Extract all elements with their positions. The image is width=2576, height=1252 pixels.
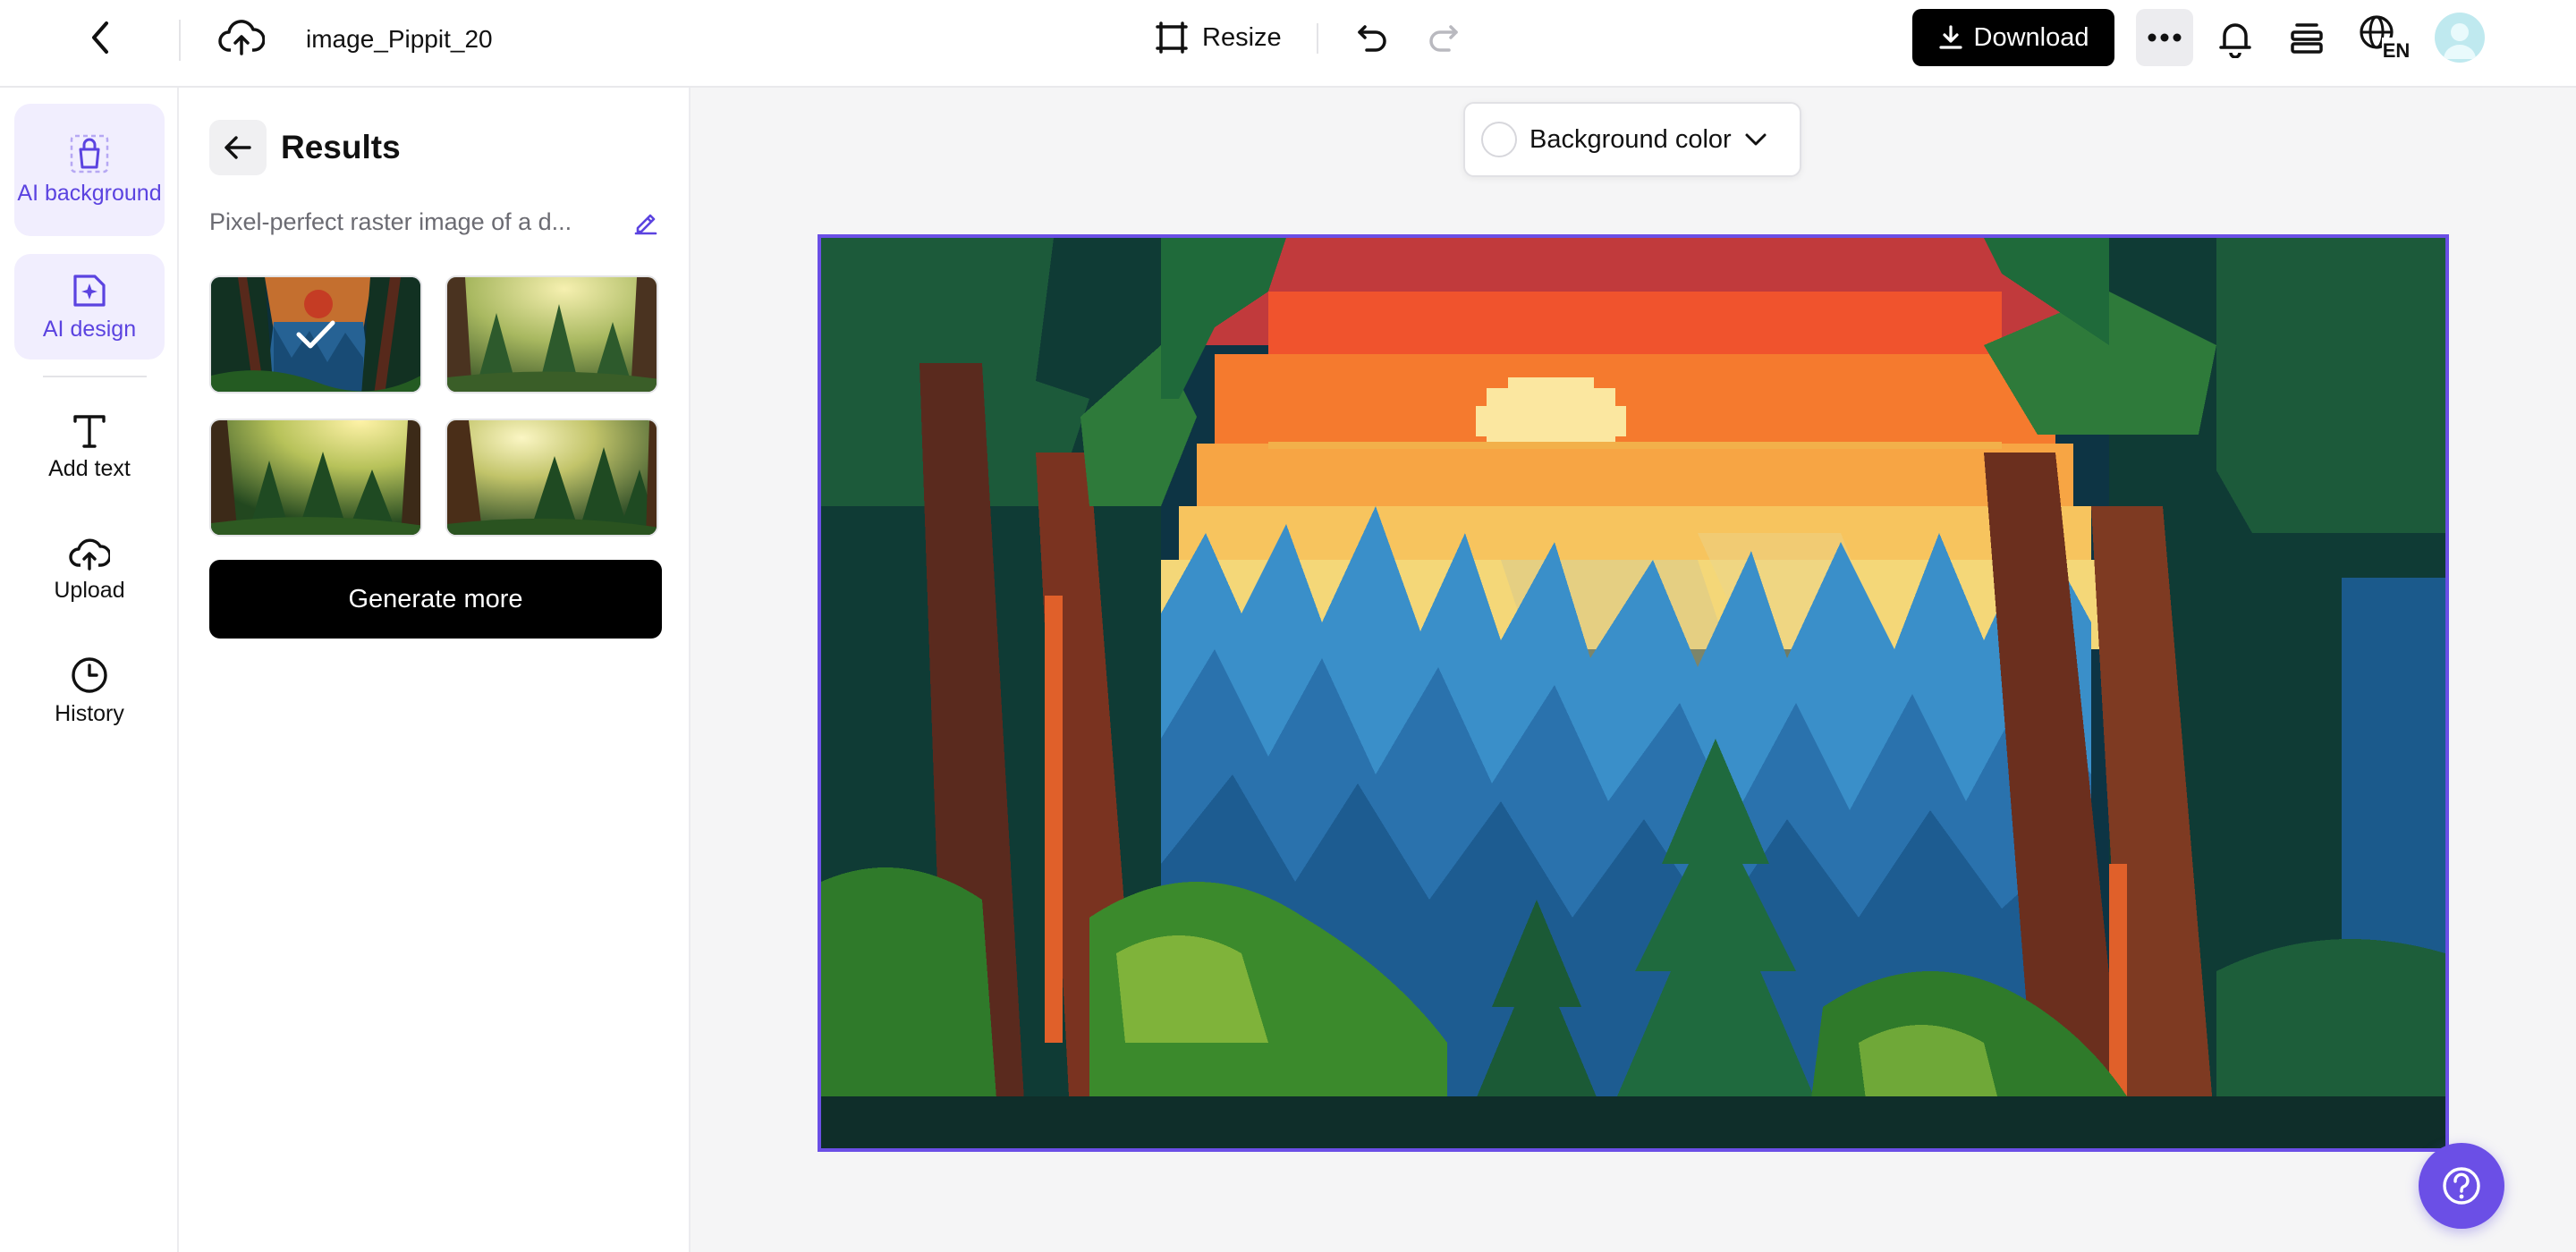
rail-item-ai-design[interactable]: AI design xyxy=(14,254,165,360)
redo-icon xyxy=(1429,25,1458,52)
cloud-upload-icon xyxy=(218,20,265,55)
text-icon xyxy=(73,414,106,448)
rail-item-history[interactable]: History xyxy=(14,642,165,740)
pixel-forest-sunset-image xyxy=(821,238,2445,1148)
more-horizontal-icon xyxy=(2148,33,2182,42)
user-avatar-icon xyxy=(2444,23,2476,59)
download-icon xyxy=(1938,25,1962,49)
more-options-button[interactable] xyxy=(2136,9,2193,66)
chevron-left-icon xyxy=(92,21,108,54)
rail-label: Add text xyxy=(48,455,131,481)
rail-divider xyxy=(43,376,147,377)
avatar[interactable] xyxy=(2435,13,2485,63)
toolbar-divider xyxy=(179,20,181,61)
resize-button[interactable]: Resize xyxy=(1154,16,1282,59)
question-icon xyxy=(2443,1167,2480,1205)
results-panel: Results Pixel-perfect raster image of a … xyxy=(179,88,691,1252)
background-color-button[interactable]: Background color xyxy=(1463,102,1801,177)
download-label: Download xyxy=(1973,22,2089,52)
rail-label: History xyxy=(55,700,124,726)
undo-button[interactable] xyxy=(1351,16,1394,59)
forest-thumbnail xyxy=(447,420,657,535)
cloud-save-button[interactable] xyxy=(215,14,268,61)
notifications-button[interactable] xyxy=(2211,14,2259,63)
result-thumbnail-3[interactable] xyxy=(209,419,422,537)
check-icon xyxy=(296,320,335,349)
forest-thumbnail xyxy=(211,420,420,535)
download-button[interactable]: Download xyxy=(1912,9,2114,66)
rail-item-ai-background[interactable]: AI background xyxy=(14,104,165,236)
artboard-image[interactable] xyxy=(818,234,2449,1152)
rail-item-add-text[interactable]: Add text xyxy=(14,397,165,495)
stack-button[interactable] xyxy=(2283,14,2331,63)
stack-icon xyxy=(2291,23,2323,54)
results-back-button[interactable] xyxy=(209,120,267,175)
chevron-down-icon xyxy=(1745,133,1767,146)
pencil-icon xyxy=(634,214,657,235)
help-button[interactable] xyxy=(2419,1143,2504,1229)
top-bar: image_Pippit_20 Resize Download EN xyxy=(0,0,2576,88)
arrow-left-icon xyxy=(225,136,251,159)
upload-cloud-icon xyxy=(69,538,110,571)
color-swatch xyxy=(1481,122,1517,157)
rail-label: AI design xyxy=(42,316,137,342)
panel-title: Results xyxy=(281,129,401,165)
sparkle-image-icon xyxy=(73,274,106,307)
edit-prompt-button[interactable] xyxy=(630,206,662,238)
rail-label: AI background xyxy=(17,180,162,206)
result-thumbnail-1[interactable] xyxy=(209,275,422,393)
prompt-row: Pixel-perfect raster image of a d... xyxy=(209,204,662,240)
bell-icon xyxy=(2219,23,2251,58)
rail-item-upload[interactable]: Upload xyxy=(14,520,165,619)
generate-more-button[interactable]: Generate more xyxy=(209,560,662,639)
bag-icon xyxy=(70,134,109,173)
toolbar-divider xyxy=(1317,23,1318,54)
language-code: EN xyxy=(2383,39,2411,62)
result-thumbnail-4[interactable] xyxy=(445,419,658,537)
redo-button[interactable] xyxy=(1422,16,1465,59)
globe-icon: EN xyxy=(2360,15,2411,62)
resize-label: Resize xyxy=(1202,22,1282,52)
background-color-label: Background color xyxy=(1530,124,1732,154)
language-button[interactable]: EN xyxy=(2356,11,2413,64)
forest-thumbnail xyxy=(447,277,657,392)
rail-label: Upload xyxy=(54,577,125,603)
prompt-text: Pixel-perfect raster image of a d... xyxy=(209,207,572,235)
tool-rail: AI background AI design Add text Upload … xyxy=(0,88,179,1252)
undo-icon xyxy=(1358,25,1386,52)
back-button[interactable] xyxy=(79,16,122,59)
result-thumbnail-2[interactable] xyxy=(445,275,658,393)
selected-check xyxy=(211,277,420,392)
resize-icon xyxy=(1156,21,1188,54)
clock-icon xyxy=(72,656,107,693)
file-name[interactable]: image_Pippit_20 xyxy=(306,21,494,57)
